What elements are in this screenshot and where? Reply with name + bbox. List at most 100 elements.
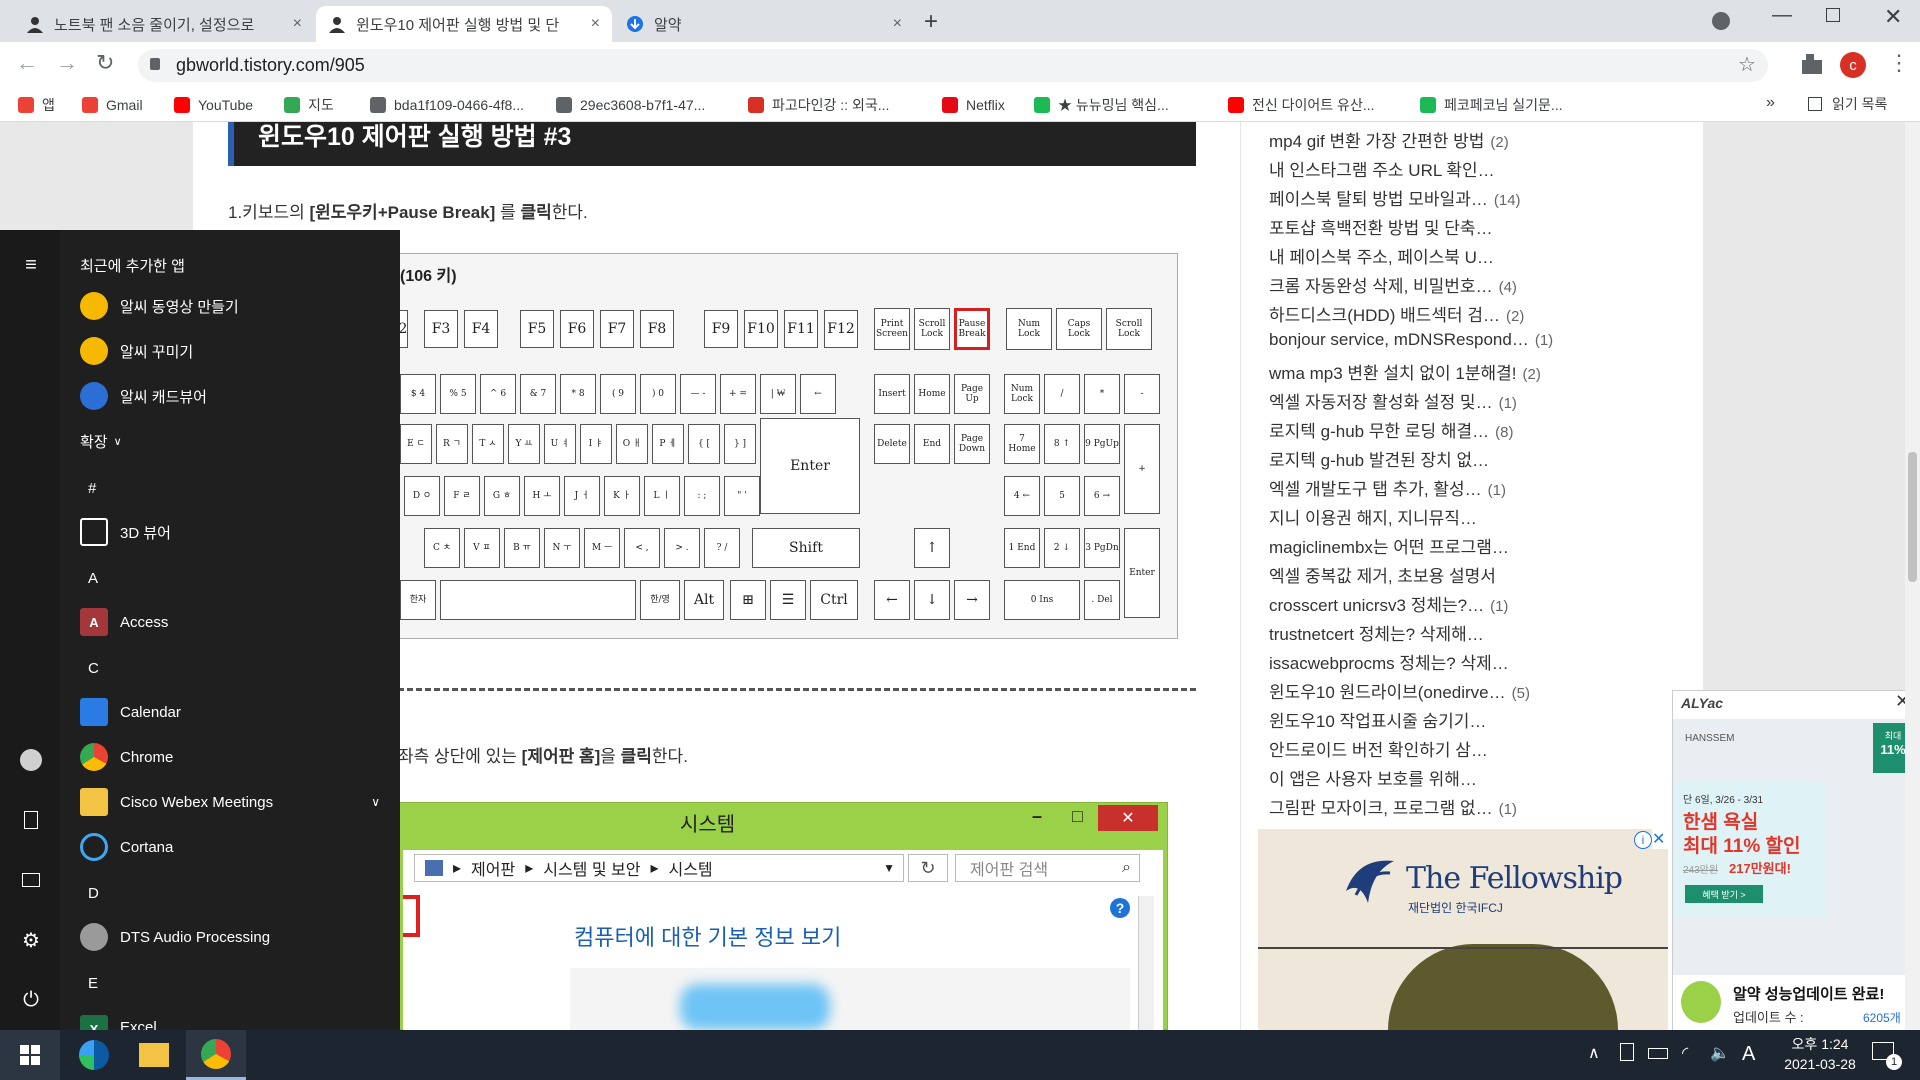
bookmark-item[interactable]: 앱 bbox=[18, 94, 55, 116]
start-app-cortana[interactable]: Cortana bbox=[80, 827, 173, 867]
recent-post-link[interactable]: 포토샵 흑백전환 방법 및 단축… bbox=[1269, 214, 1493, 239]
tray-overflow-icon[interactable]: ∧ bbox=[1588, 1043, 1600, 1063]
key: | ₩ bbox=[760, 374, 796, 414]
hanssem-ad-image[interactable]: HANSSEM 최대 11% 단 6일, 3/26 - 3/31 한샘 욕실 최… bbox=[1673, 719, 1918, 975]
recent-post-link[interactable]: 안드로이드 버전 확인하기 삼… bbox=[1269, 736, 1488, 761]
bookmark-star-icon[interactable]: ☆ bbox=[1738, 52, 1756, 77]
recent-post-link[interactable]: 페이스북 탈퇴 방법 모바일과… (14) bbox=[1269, 185, 1521, 210]
recent-post-link[interactable]: 로지텍 g-hub 무한 로딩 해결… (8) bbox=[1269, 417, 1513, 442]
fellowship-ad[interactable]: The Fellowship 재단법인 한국IFCJ i ✕ bbox=[1258, 829, 1668, 1030]
explorer-taskbar-button[interactable] bbox=[124, 1030, 184, 1080]
hamburger-icon[interactable]: ≡ bbox=[18, 252, 44, 278]
tab-active[interactable]: 윈도우10 제어판 실행 방법 및 단 × bbox=[316, 6, 612, 42]
bookmark-item[interactable]: 파고다인강 :: 외국... bbox=[748, 94, 889, 116]
section-letter[interactable]: D bbox=[88, 885, 99, 902]
page-scrollbar[interactable] bbox=[1905, 122, 1920, 1030]
recent-post-link[interactable]: 윈도우10 작업표시줄 숨기기… bbox=[1269, 707, 1486, 732]
start-app-excel[interactable]: X Excel bbox=[80, 1007, 157, 1030]
documents-icon[interactable] bbox=[18, 807, 44, 833]
start-app-recent-3[interactable]: 알씨 캐드뷰어 bbox=[80, 376, 207, 416]
start-app-access[interactable]: A Access bbox=[80, 602, 168, 642]
recent-post-link[interactable]: 하드디스크(HDD) 배드섹터 검… (2) bbox=[1269, 301, 1524, 326]
menu-kebab-icon[interactable]: ⋮ bbox=[1888, 50, 1910, 76]
ime-indicator[interactable]: A bbox=[1742, 1043, 1755, 1066]
alyac-ad[interactable]: ALYac ✕ HANSSEM 최대 11% 단 6일, 3/26 - 3/31… bbox=[1672, 690, 1918, 1031]
expand-button[interactable]: 확장 ∨ bbox=[80, 421, 122, 461]
recent-post-link[interactable]: 엑셀 자동저장 활성화 설정 및… (1) bbox=[1269, 388, 1517, 413]
section-letter[interactable]: E bbox=[88, 975, 98, 992]
start-button[interactable] bbox=[0, 1030, 60, 1080]
recent-post-link[interactable]: 엑셀 개발도구 탭 추가, 활성… (1) bbox=[1269, 475, 1506, 500]
address-bar[interactable]: gbworld.tistory.com/905 ☆ bbox=[138, 49, 1768, 82]
back-icon[interactable]: ← bbox=[16, 50, 38, 76]
bookmark-item[interactable]: bda1f109-0466-4f8... bbox=[370, 94, 524, 116]
minimize-icon[interactable]: — bbox=[1772, 4, 1792, 27]
recent-post-link[interactable]: mp4 gif 변환 가장 간편한 방법 (2) bbox=[1269, 127, 1509, 152]
ad-close-icon[interactable]: ✕ bbox=[1652, 829, 1668, 849]
recent-post-link[interactable]: 이 앱은 사용자 보호를 위해… bbox=[1269, 765, 1477, 790]
scrollbar-thumb[interactable] bbox=[1908, 452, 1917, 582]
user-account-icon[interactable] bbox=[18, 747, 44, 773]
bookmark-item[interactable]: 지도 bbox=[284, 94, 334, 116]
tab-search-icon[interactable] bbox=[1712, 12, 1730, 30]
tab-close-icon[interactable]: × bbox=[893, 15, 902, 33]
recent-post-link[interactable]: 크롬 자동완성 삭제, 비밀번호… (4) bbox=[1269, 272, 1517, 297]
recent-post-link[interactable]: crosscert unicrsv3 정체는?… (1) bbox=[1269, 591, 1508, 616]
reading-list-button[interactable]: 읽기 목록 bbox=[1808, 94, 1887, 114]
volume-icon[interactable]: 🔈 bbox=[1710, 1043, 1730, 1063]
edge-taskbar-button[interactable] bbox=[64, 1030, 124, 1080]
recent-post-link[interactable]: magiclinembx는 어떤 프로그램… bbox=[1269, 533, 1509, 558]
comment-count: (8) bbox=[1495, 424, 1514, 441]
start-app-dts[interactable]: DTS Audio Processing bbox=[80, 917, 270, 957]
recent-post-link[interactable]: 엑셀 중복값 제거, 초보용 설명서 bbox=[1269, 562, 1496, 587]
adchoices-icon[interactable]: i bbox=[1634, 831, 1652, 849]
bookmark-item[interactable]: 전신 다이어트 유산... bbox=[1228, 94, 1375, 116]
bookmark-item[interactable]: Gmail bbox=[82, 94, 143, 116]
window-close-icon[interactable]: ✕ bbox=[1884, 4, 1902, 30]
tab-close-icon[interactable]: × bbox=[591, 15, 600, 33]
recent-post-link[interactable]: 로지텍 g-hub 발견된 장치 없… bbox=[1269, 446, 1489, 471]
bookmark-item[interactable]: Netflix bbox=[942, 94, 1005, 116]
recent-post-link[interactable]: issacwebprocms 정체는? 삭제… bbox=[1269, 649, 1509, 674]
recent-post-link[interactable]: bonjour service, mDNSRespond… (1) bbox=[1269, 330, 1553, 350]
profile-avatar[interactable]: c bbox=[1840, 52, 1866, 78]
tab-inactive-2[interactable]: 알약 × bbox=[614, 6, 914, 42]
section-letter[interactable]: # bbox=[88, 480, 96, 497]
wifi-icon[interactable]: ◜ bbox=[1682, 1043, 1688, 1063]
device-icon[interactable] bbox=[1620, 1043, 1634, 1061]
bookmark-item[interactable]: 29ec3608-b7f1-47... bbox=[556, 94, 705, 116]
recent-post-link[interactable]: trustnetcert 정체는? 삭제해… bbox=[1269, 620, 1484, 645]
pictures-icon[interactable] bbox=[18, 867, 44, 893]
start-app-chrome[interactable]: Chrome bbox=[80, 737, 173, 777]
start-app-recent-1[interactable]: 알씨 동영상 만들기 bbox=[80, 286, 239, 326]
chrome-taskbar-button[interactable] bbox=[186, 1030, 246, 1080]
recent-post-link[interactable]: 윈도우10 원드라이브(onedirve… (5) bbox=[1269, 678, 1530, 703]
tab-inactive-1[interactable]: 노트북 팬 소음 줄이기, 설정으로 × bbox=[14, 6, 314, 42]
breadcrumb-item: 시스템 bbox=[668, 862, 713, 879]
battery-icon[interactable] bbox=[1648, 1048, 1668, 1059]
new-tab-icon[interactable]: + bbox=[924, 8, 938, 36]
clock[interactable]: 오후 1:24 2021-03-28 bbox=[1770, 1034, 1870, 1074]
recent-post-link[interactable]: 지니 이용권 해지, 지니뮤직… bbox=[1269, 504, 1477, 529]
bookmark-item[interactable]: YouTube bbox=[174, 94, 253, 116]
start-app-3d-viewer[interactable]: 3D 뷰어 bbox=[80, 512, 171, 552]
power-icon[interactable]: ⏻ bbox=[18, 987, 44, 1013]
tab-close-icon[interactable]: × bbox=[293, 15, 302, 33]
settings-gear-icon[interactable]: ⚙ bbox=[18, 927, 44, 953]
bookmark-item[interactable]: 페코페코님 실기문... bbox=[1420, 94, 1563, 116]
restore-icon[interactable] bbox=[1826, 8, 1840, 22]
recent-post-link[interactable]: 내 페이스북 주소, 페이스북 U… bbox=[1269, 243, 1494, 268]
recent-post-link[interactable]: 그림판 모자이크, 프로그램 없… (1) bbox=[1269, 794, 1517, 819]
bookmark-item[interactable]: ★ 뉴뉴밍님 핵심... bbox=[1034, 94, 1169, 116]
reload-icon[interactable]: ↻ bbox=[96, 50, 114, 76]
forward-icon[interactable]: → bbox=[56, 50, 78, 76]
bookmarks-overflow-icon[interactable]: » bbox=[1766, 94, 1775, 112]
start-app-calendar[interactable]: Calendar bbox=[80, 692, 181, 732]
recent-post-link[interactable]: wma mp3 변환 설치 없이 1분해결! (2) bbox=[1269, 359, 1541, 384]
start-app-recent-2[interactable]: 알씨 꾸미기 bbox=[80, 331, 193, 371]
promo-cta-button[interactable]: 혜택 받기 > bbox=[1685, 885, 1763, 903]
start-app-webex[interactable]: Cisco Webex Meetings ∨ bbox=[80, 782, 380, 822]
section-letter[interactable]: A bbox=[88, 570, 98, 587]
section-letter[interactable]: C bbox=[88, 660, 99, 677]
recent-post-link[interactable]: 내 인스타그램 주소 URL 확인… bbox=[1269, 156, 1495, 181]
